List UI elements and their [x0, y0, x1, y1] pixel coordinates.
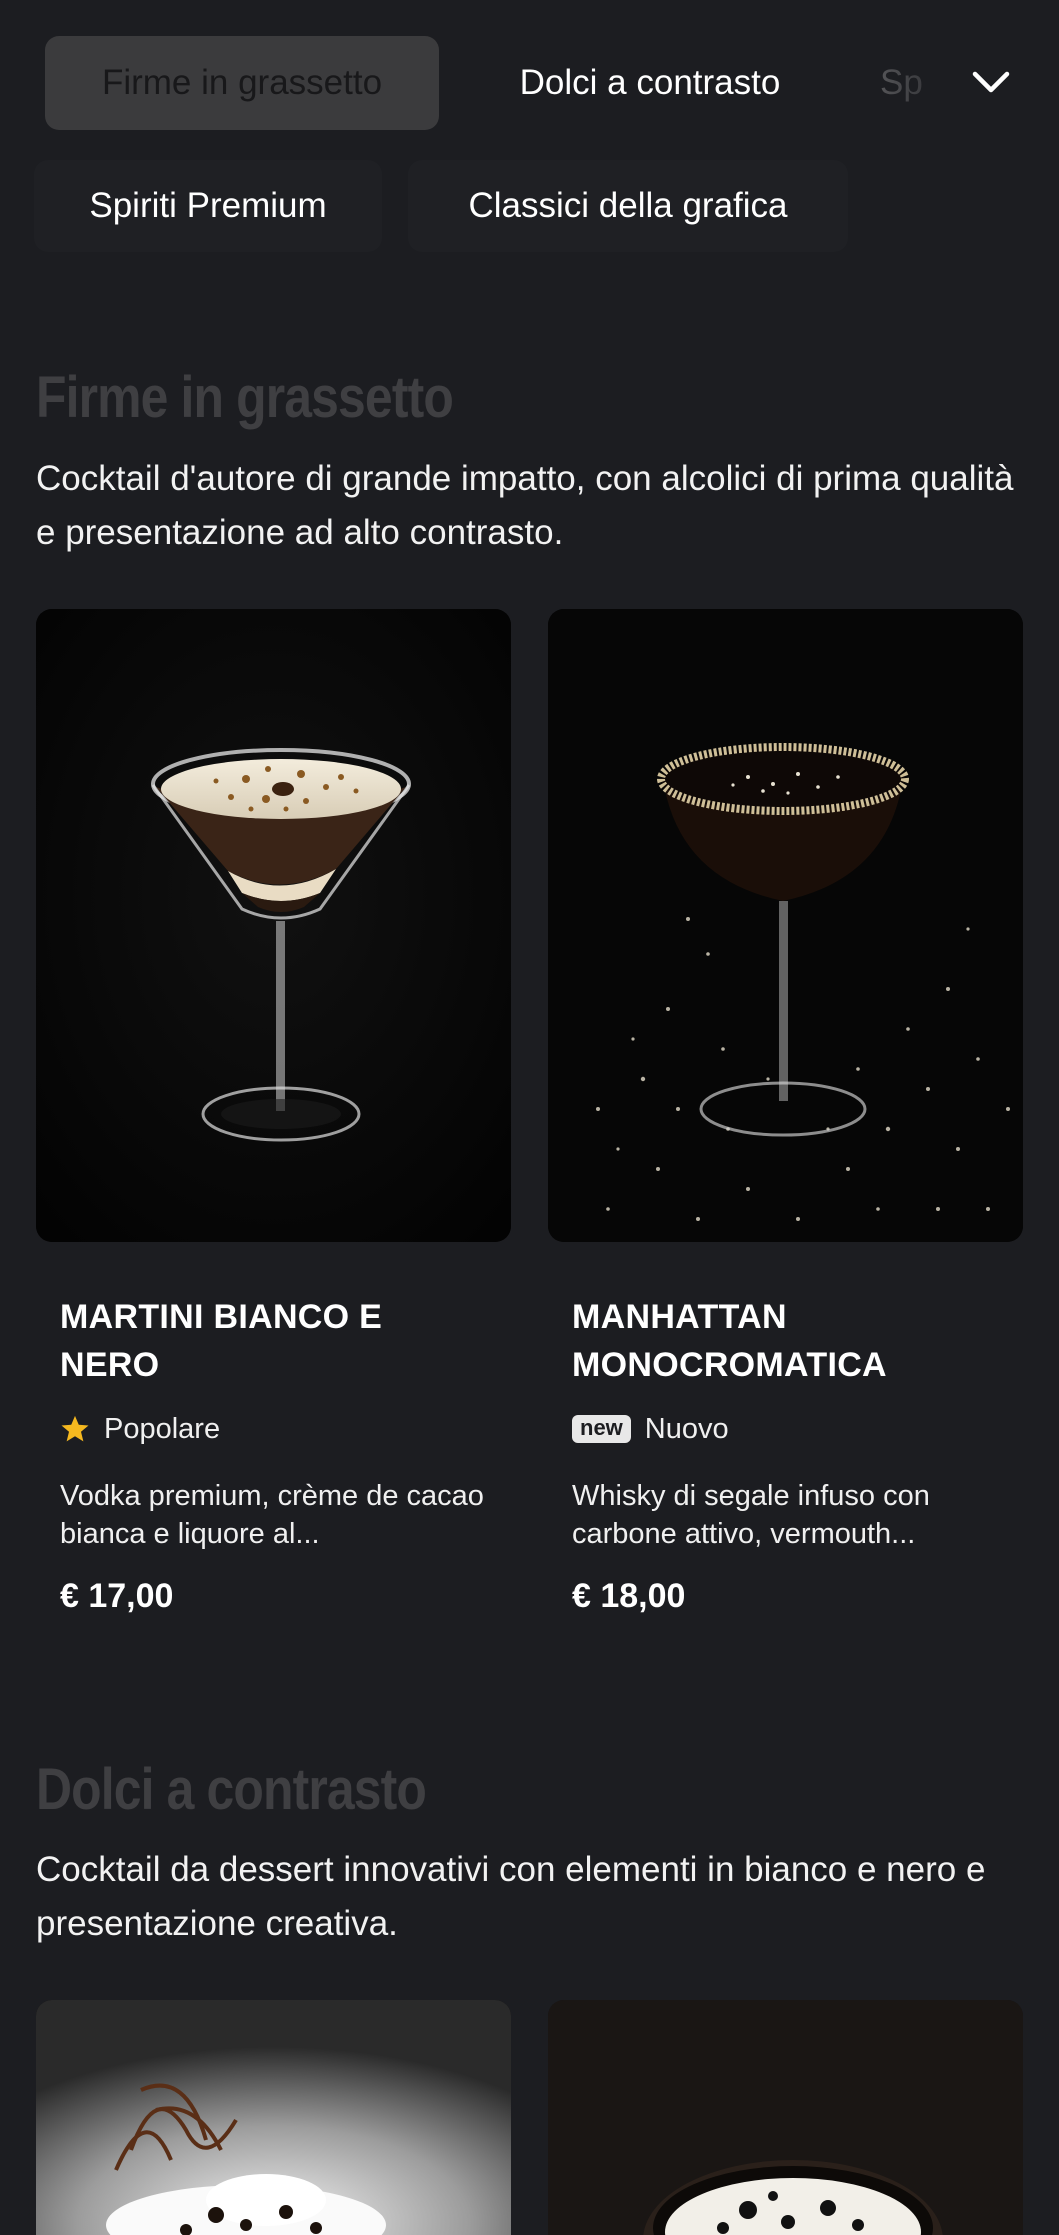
- product-image-martini: [36, 609, 511, 1242]
- product-name: MANHATTAN MONOCROMATICA: [572, 1298, 887, 1384]
- category-tab-classici-della-grafica[interactable]: Classici della grafica: [408, 160, 848, 252]
- category-tab-spiriti-premium[interactable]: Spiriti Premium: [34, 160, 382, 252]
- product-card-dessert-1[interactable]: [36, 2000, 511, 2235]
- section-description-dolci: Cocktail da dessert innovativi con eleme…: [36, 1850, 986, 1943]
- badge-label: Popolare: [104, 1412, 221, 1445]
- category-expand-area: [869, 0, 1059, 168]
- product-card-dessert-2[interactable]: [548, 2000, 1023, 2235]
- category-tab-firme-in-grassetto[interactable]: Firme in grassetto: [45, 36, 439, 130]
- star-icon: [61, 1415, 89, 1442]
- product-price: € 18,00: [572, 1577, 686, 1615]
- section-title-firme: Firme in grassetto: [36, 365, 454, 430]
- product-name: MARTINI BIANCO E NERO: [60, 1298, 383, 1384]
- product-badge: new Nuovo: [572, 1409, 729, 1449]
- category-nav: Firme in grassetto Dolci a contrasto Sp: [0, 0, 1059, 168]
- product-description: Vodka premium, crème de cacao bianca e l…: [60, 1480, 484, 1550]
- category-tab-dolci-a-contrasto[interactable]: Dolci a contrasto: [470, 36, 830, 130]
- section-title-dolci: Dolci a contrasto: [36, 1757, 427, 1822]
- new-tag: new: [572, 1415, 631, 1443]
- chevron-down-icon[interactable]: [971, 62, 1011, 102]
- product-description: Whisky di segale infuso con carbone atti…: [572, 1480, 930, 1550]
- product-image-dessert-2: [548, 2000, 1023, 2235]
- product-badge: Popolare: [60, 1409, 220, 1449]
- badge-label: Nuovo: [644, 1412, 729, 1445]
- product-image-dessert-1: [36, 2000, 511, 2235]
- product-image-manhattan: [548, 609, 1023, 1242]
- product-price: € 17,00: [60, 1577, 174, 1615]
- section-description-firme: Cocktail d'autore di grande impatto, con…: [36, 459, 1014, 552]
